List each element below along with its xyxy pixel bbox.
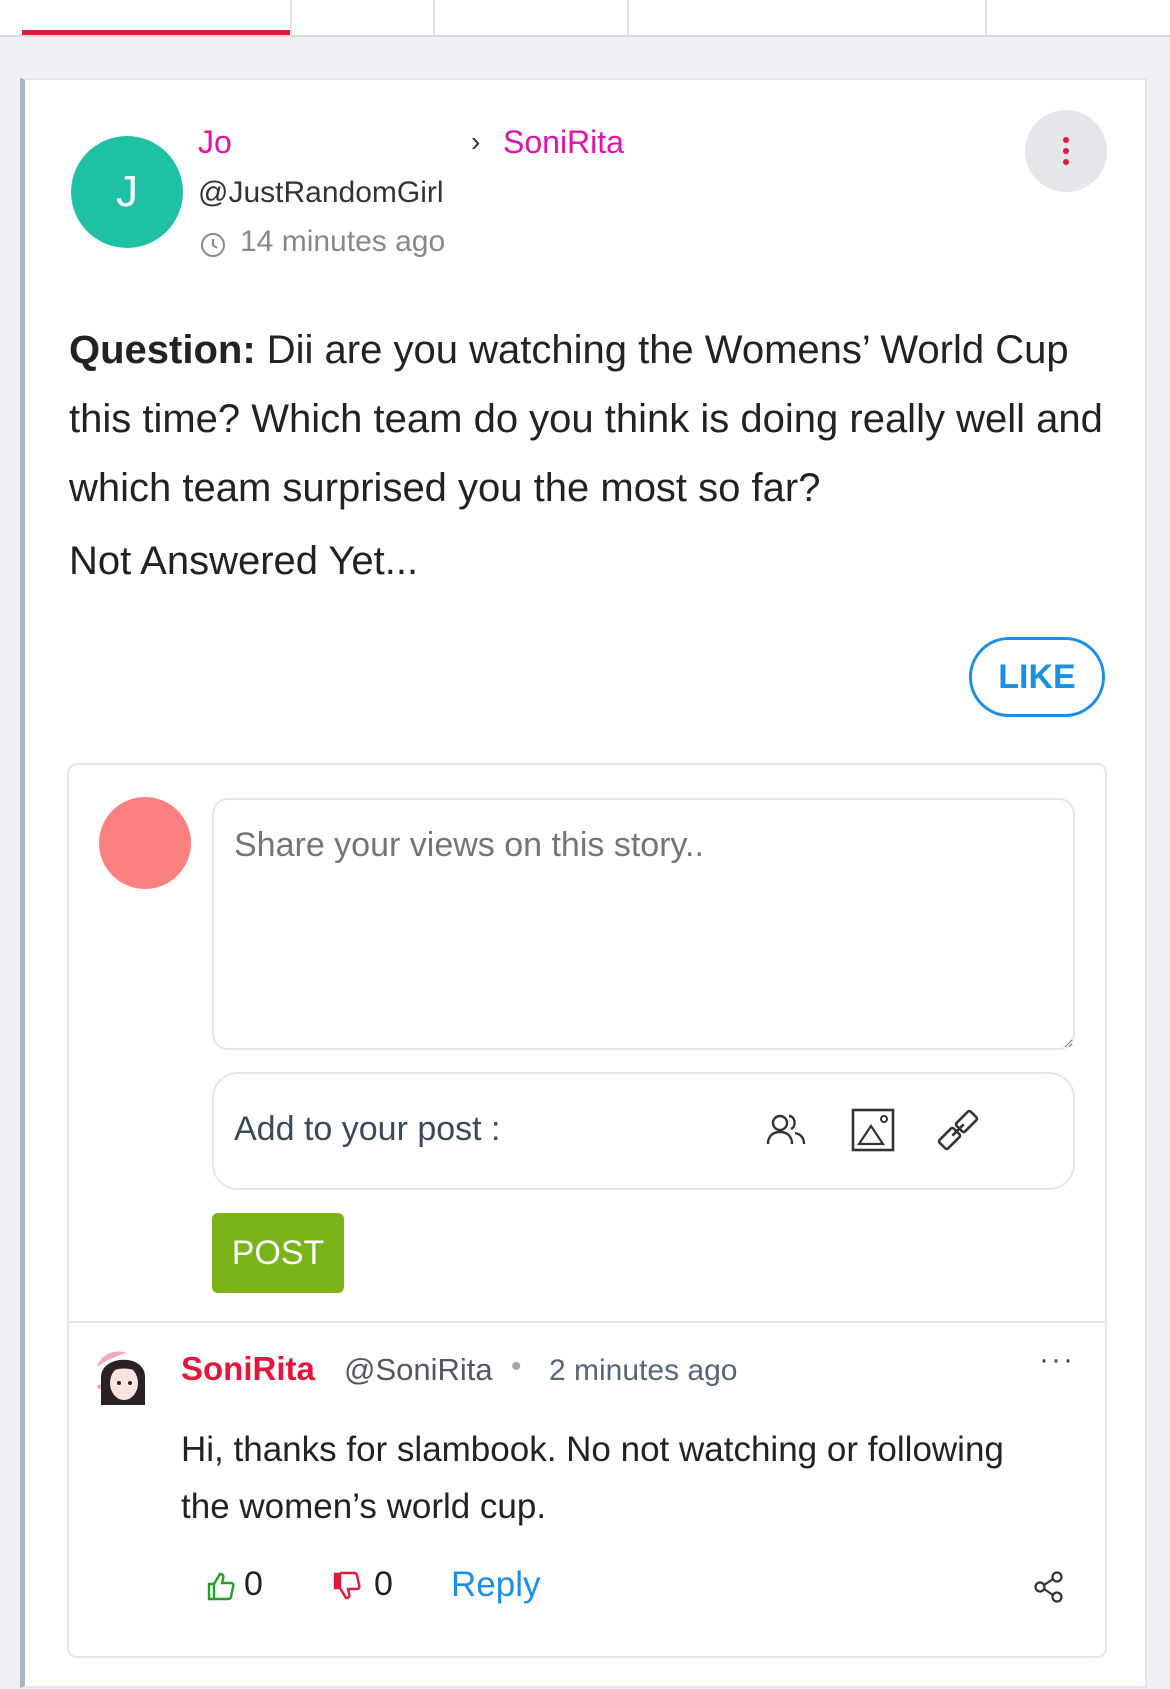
clock-icon xyxy=(201,233,225,257)
tab-1[interactable] xyxy=(0,0,292,35)
separator-dot: • xyxy=(511,1350,522,1383)
question-text: Question: Dii are you watching the Women… xyxy=(69,316,1109,523)
vertical-ellipsis-icon xyxy=(1063,137,1069,165)
tab-5[interactable] xyxy=(985,0,1170,35)
tab-2[interactable] xyxy=(290,0,435,35)
avatar-initial: J xyxy=(116,167,138,216)
reply-author-handle: @SoniRita xyxy=(344,1352,493,1387)
story-comment-input[interactable] xyxy=(212,798,1075,1050)
add-to-post-bar: Add to your post : xyxy=(212,1072,1075,1190)
reply-more-button[interactable]: ··· xyxy=(1039,1343,1075,1377)
share-icon[interactable] xyxy=(1032,1570,1066,1604)
anime-avatar-icon xyxy=(87,1343,159,1415)
like-button[interactable]: LIKE xyxy=(969,637,1105,717)
author-name[interactable]: Jo xyxy=(198,124,232,161)
tab-4[interactable] xyxy=(627,0,987,35)
post-button[interactable]: POST xyxy=(212,1213,344,1293)
thumbs-down-icon[interactable] xyxy=(331,1570,363,1602)
answer-status: Not Answered Yet... xyxy=(69,539,419,583)
image-icon[interactable] xyxy=(849,1106,897,1154)
author-avatar[interactable]: J xyxy=(71,136,183,248)
reply-timestamp: 2 minutes ago xyxy=(549,1354,738,1387)
reply-text: Hi, thanks for slambook. No not watching… xyxy=(181,1430,1004,1526)
post-menu-button[interactable] xyxy=(1025,110,1107,192)
upvote-count: 0 xyxy=(244,1565,263,1603)
link-icon[interactable] xyxy=(934,1106,982,1154)
comment-divider xyxy=(69,1321,1105,1323)
tag-people-icon[interactable] xyxy=(762,1106,810,1154)
thumbs-up-icon[interactable] xyxy=(205,1570,237,1602)
recipient-name[interactable]: SoniRita xyxy=(503,124,624,161)
top-tab-bar xyxy=(0,0,1170,37)
comment-section: Add to your post : POST xyxy=(67,763,1107,1658)
post-card: J Jo › SoniRita @JustRandomGirl 14 minut… xyxy=(20,78,1147,1688)
tab-3[interactable] xyxy=(433,0,629,35)
current-user-avatar xyxy=(99,797,191,889)
reply-link[interactable]: Reply xyxy=(451,1565,540,1605)
reply-author-avatar[interactable] xyxy=(87,1343,159,1415)
reply-author-name[interactable]: SoniRita xyxy=(181,1350,315,1388)
downvote-count: 0 xyxy=(374,1565,393,1603)
post-timestamp: 14 minutes ago xyxy=(240,225,446,258)
question-label: Question: xyxy=(69,328,256,372)
add-to-post-label: Add to your post : xyxy=(234,1110,501,1148)
chevron-right-icon: › xyxy=(471,126,481,157)
author-handle: @JustRandomGirl xyxy=(198,176,444,209)
